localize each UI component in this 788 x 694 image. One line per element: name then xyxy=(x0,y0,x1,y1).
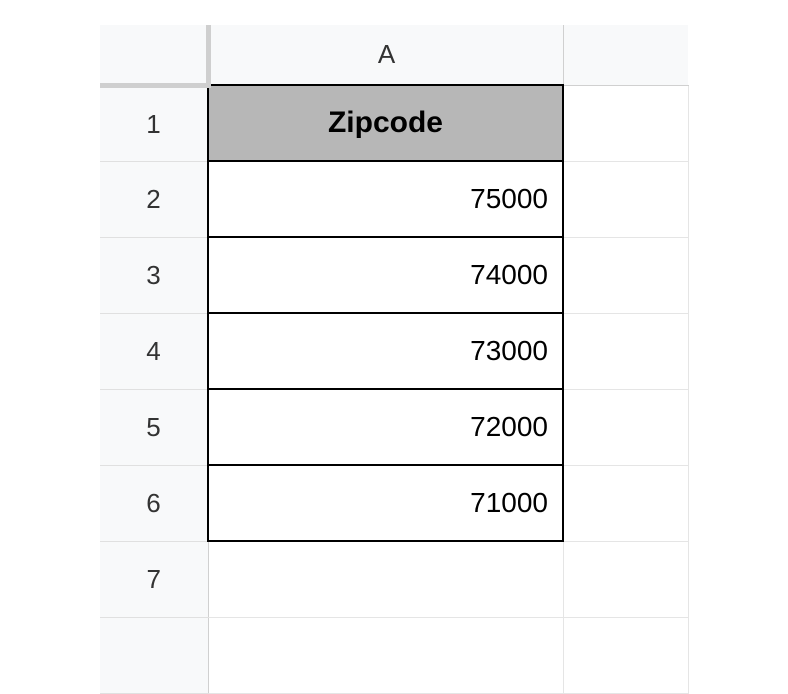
row-header-4[interactable]: 4 xyxy=(100,313,208,389)
cell-a3[interactable]: 74000 xyxy=(208,237,563,313)
cell-b3[interactable] xyxy=(563,237,688,313)
row-header-3[interactable]: 3 xyxy=(100,237,208,313)
cell-a7[interactable] xyxy=(208,541,563,617)
column-header-b[interactable] xyxy=(563,25,688,85)
row-header-5[interactable]: 5 xyxy=(100,389,208,465)
column-header-a[interactable]: A xyxy=(208,25,563,85)
spreadsheet-grid[interactable]: A 1 Zipcode 2 75000 3 74000 4 73000 5 72… xyxy=(100,25,689,694)
cell-a1[interactable]: Zipcode xyxy=(208,85,563,161)
cell-b5[interactable] xyxy=(563,389,688,465)
column-header-row: A xyxy=(100,25,688,85)
cell-a8[interactable] xyxy=(208,617,563,693)
select-all-corner[interactable] xyxy=(100,25,208,85)
cell-b8[interactable] xyxy=(563,617,688,693)
row-header-1[interactable]: 1 xyxy=(100,85,208,161)
cell-b2[interactable] xyxy=(563,161,688,237)
cell-a2[interactable]: 75000 xyxy=(208,161,563,237)
cell-b6[interactable] xyxy=(563,465,688,541)
row-header-6[interactable]: 6 xyxy=(100,465,208,541)
row-header-8[interactable] xyxy=(100,617,208,693)
cell-b1[interactable] xyxy=(563,85,688,161)
cell-a6[interactable]: 71000 xyxy=(208,465,563,541)
row-header-2[interactable]: 2 xyxy=(100,161,208,237)
cell-b4[interactable] xyxy=(563,313,688,389)
cell-a4[interactable]: 73000 xyxy=(208,313,563,389)
cell-a5[interactable]: 72000 xyxy=(208,389,563,465)
row-header-7[interactable]: 7 xyxy=(100,541,208,617)
cell-b7[interactable] xyxy=(563,541,688,617)
